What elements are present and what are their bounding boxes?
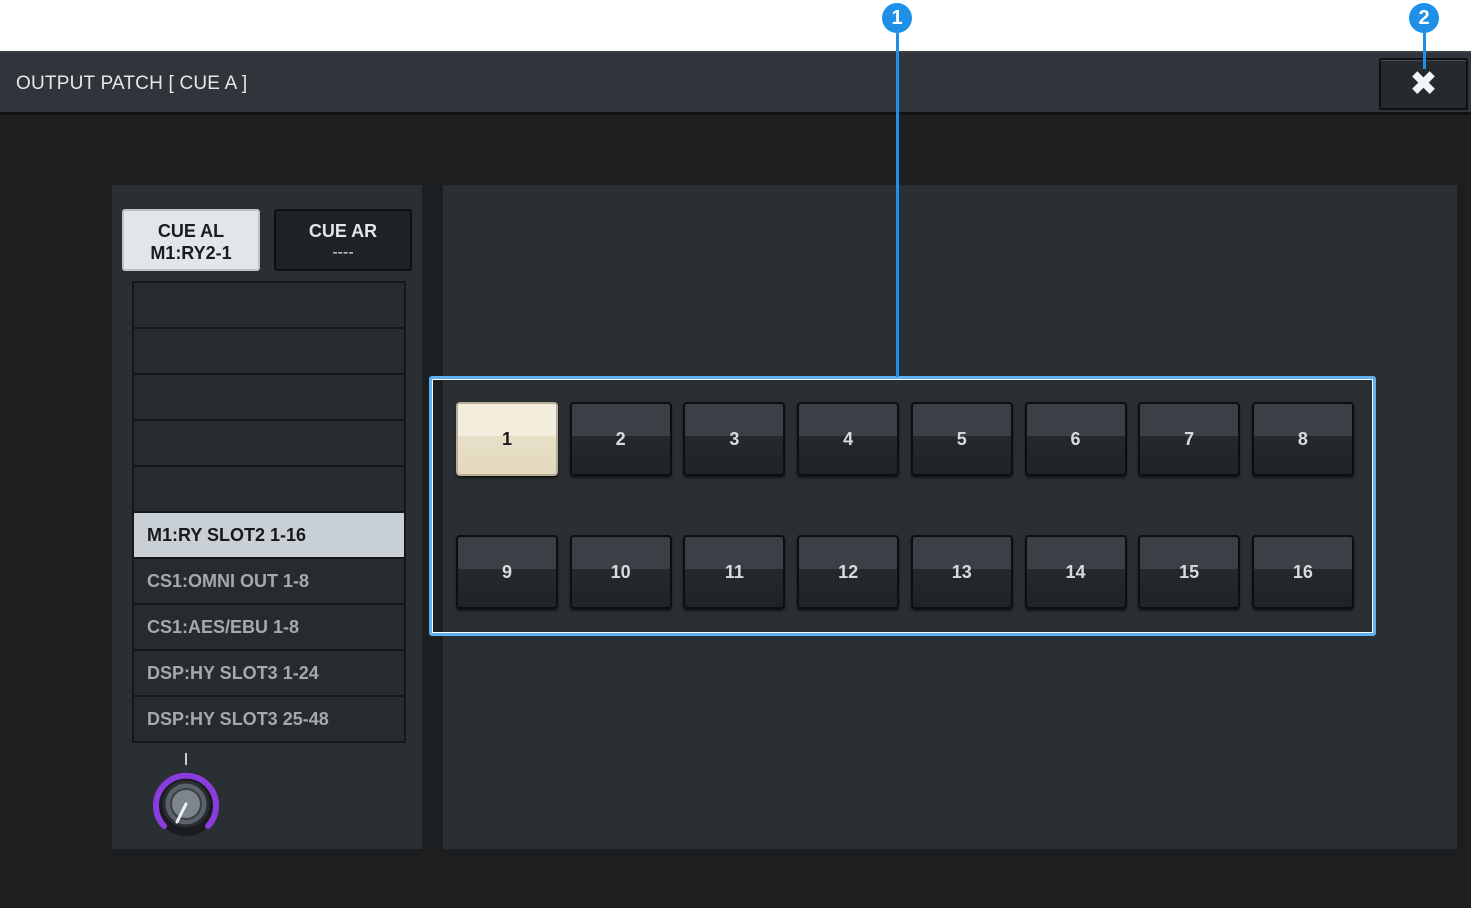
knob-tick	[185, 753, 187, 765]
list-item[interactable]: DSP:HY SLOT3 25-48	[134, 697, 404, 743]
list-item[interactable]: M1:RY SLOT2 1-16	[134, 513, 404, 559]
port-button-cue-ar[interactable]: CUE AR ----	[274, 209, 412, 271]
port-patch: ----	[332, 244, 354, 261]
list-item[interactable]	[134, 375, 404, 421]
output-category-list[interactable]: M1:RY SLOT2 1-16 CS1:OMNI OUT 1-8 CS1:AES/…	[132, 281, 406, 743]
scroll-knob-icon[interactable]	[150, 768, 222, 840]
callout-1: 1	[882, 3, 912, 33]
window-title: OUTPUT PATCH [ CUE A ]	[16, 73, 248, 94]
channel-grid-highlight	[429, 376, 1376, 636]
title-bar: OUTPUT PATCH [ CUE A ] ✖	[0, 53, 1471, 115]
port-name: CUE AL	[157, 221, 225, 241]
list-item[interactable]	[134, 467, 404, 513]
callout-1-line	[896, 33, 899, 377]
list-item[interactable]	[134, 283, 404, 329]
port-name: CUE AR	[308, 221, 378, 241]
close-icon: ✖	[1409, 65, 1438, 103]
list-item[interactable]: CS1:OMNI OUT 1-8	[134, 559, 404, 605]
list-item[interactable]	[134, 421, 404, 467]
list-item[interactable]: CS1:AES/EBU 1-8	[134, 605, 404, 651]
port-patch: M1:RY2-1	[150, 243, 232, 263]
list-item[interactable]: DSP:HY SLOT3 1-24	[134, 651, 404, 697]
list-item[interactable]	[134, 329, 404, 375]
port-select-panel: CUE AL M1:RY2-1 CUE AR ---- M1:RY SLOT2 …	[112, 185, 422, 849]
callout-2-line	[1423, 33, 1426, 69]
port-button-cue-al[interactable]: CUE AL M1:RY2-1	[122, 209, 260, 271]
callout-2: 2	[1409, 3, 1439, 33]
